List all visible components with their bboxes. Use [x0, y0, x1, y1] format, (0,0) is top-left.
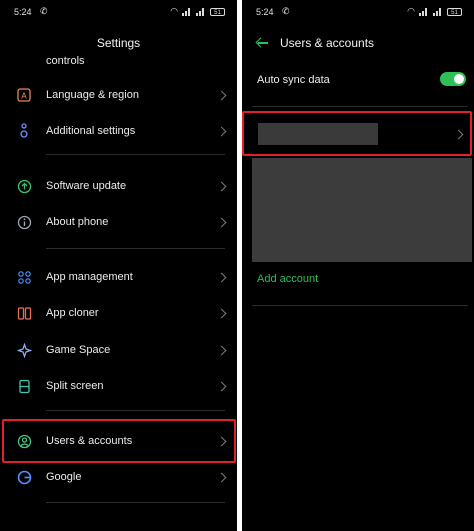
- highlight-box-users-accounts: [2, 419, 236, 463]
- call-icon: ✆: [282, 6, 290, 16]
- back-arrow-icon[interactable]: [256, 36, 268, 48]
- chevron-right-icon: [216, 345, 227, 355]
- users-accounts-screen: 5:24 ✆ ◠ 51 Users & accounts Auto sync d…: [242, 0, 474, 531]
- chevron-right-icon: [216, 90, 227, 100]
- settings-item-label: App cloner: [46, 307, 99, 319]
- settings-item-additional-settings[interactable]: Additional settings: [0, 116, 237, 146]
- settings-item-label: Google: [46, 471, 82, 483]
- settings-item-language-region[interactable]: A Language & region: [0, 80, 237, 110]
- settings-item-label: Split screen: [46, 380, 104, 392]
- status-bar: 5:24 ✆ ◠ 51: [0, 0, 237, 24]
- about-phone-icon: [16, 214, 32, 230]
- battery-icon: 51: [210, 7, 225, 16]
- wifi-icon: ◠: [407, 6, 415, 16]
- add-account-link[interactable]: Add account: [257, 273, 318, 285]
- chevron-right-icon: [216, 381, 227, 391]
- settings-item-label: controls: [46, 55, 85, 67]
- settings-item-label: Game Space: [46, 344, 111, 356]
- settings-item-label: Software update: [46, 180, 127, 192]
- status-bar: 5:24 ✆ ◠ 51: [242, 0, 474, 24]
- divider: [46, 248, 225, 249]
- split-screen-icon: [16, 378, 32, 394]
- divider: [46, 154, 225, 155]
- wifi-icon: ◠: [170, 6, 178, 16]
- chevron-right-icon: [216, 217, 227, 227]
- status-time: 5:24: [256, 7, 274, 17]
- settings-item-google[interactable]: Google: [0, 462, 237, 492]
- settings-item-app-cloner[interactable]: App cloner: [0, 298, 237, 328]
- add-account-row[interactable]: Add account: [242, 264, 474, 294]
- settings-screen: 5:24 ✆ ◠ 51 Settings controls A Language…: [0, 0, 237, 531]
- additional-settings-icon: [16, 123, 32, 139]
- settings-item-label: App management: [46, 271, 133, 283]
- chevron-right-icon: [216, 126, 227, 136]
- signal-icon-2: [196, 7, 206, 16]
- app-cloner-icon: [16, 305, 32, 321]
- divider: [46, 410, 225, 411]
- chevron-right-icon: [216, 272, 227, 282]
- chevron-right-icon: [216, 181, 227, 191]
- settings-item-label: Additional settings: [46, 125, 136, 137]
- settings-item-label: About phone: [46, 216, 109, 228]
- call-icon: ✆: [40, 6, 48, 16]
- signal-icon-2: [433, 7, 443, 16]
- battery-icon: 51: [447, 7, 462, 16]
- divider: [252, 106, 468, 107]
- settings-item-game-space[interactable]: Game Space: [0, 335, 237, 365]
- signal-icon: [182, 7, 192, 16]
- divider: [252, 305, 468, 306]
- settings-item-about-phone[interactable]: About phone: [0, 207, 237, 237]
- status-time: 5:24: [14, 7, 32, 17]
- page-title: Users & accounts: [280, 36, 375, 50]
- language-icon: A: [16, 87, 32, 103]
- auto-sync-label: Auto sync data: [257, 74, 330, 86]
- settings-item-split-screen[interactable]: Split screen: [0, 371, 237, 401]
- auto-sync-toggle[interactable]: [440, 72, 466, 86]
- highlight-box-account: [242, 111, 472, 156]
- app-management-icon: [16, 269, 32, 285]
- settings-item-app-management[interactable]: App management: [0, 262, 237, 292]
- chevron-right-icon: [216, 472, 227, 482]
- google-icon: [16, 469, 32, 485]
- game-space-icon: [16, 342, 32, 358]
- svg-text:A: A: [21, 92, 27, 101]
- software-update-icon: [16, 178, 32, 194]
- divider: [46, 502, 225, 503]
- controls-icon: [16, 53, 32, 69]
- settings-item-software-update[interactable]: Software update: [0, 171, 237, 201]
- signal-icon: [419, 7, 429, 16]
- chevron-right-icon: [216, 308, 227, 318]
- redacted-accounts-area: [252, 158, 472, 262]
- settings-item-controls[interactable]: controls: [0, 46, 237, 76]
- settings-item-label: Language & region: [46, 89, 139, 101]
